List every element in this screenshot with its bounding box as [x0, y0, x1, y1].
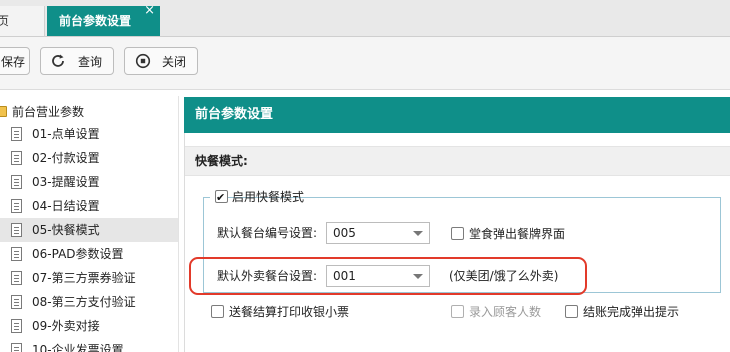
document-icon [11, 175, 22, 189]
tree-item-label: 03-提醒设置 [32, 175, 100, 189]
tab-bar: 页 前台参数设置 × [0, 0, 730, 37]
panel-header: 前台参数设置 [184, 97, 730, 133]
document-icon [11, 127, 22, 141]
tree-item-label: 08-第三方支付验证 [32, 295, 136, 309]
tree-item-pad-settings[interactable]: 06-PAD参数设置 [0, 242, 178, 266]
tree-root-label: 前台营业参数 [12, 105, 85, 119]
document-icon [11, 343, 22, 352]
tree-item-label: 09-外卖对接 [32, 319, 100, 333]
tree-item-fast-food-mode[interactable]: 05-快餐模式 [0, 218, 178, 242]
enable-fast-food-checkbox-group[interactable]: 启用快餐模式 [210, 187, 304, 208]
default-table-number-select[interactable]: 005 [326, 222, 430, 244]
tree-item-label: 04-日结设置 [32, 199, 100, 213]
dine-in-popup-checkbox[interactable] [451, 227, 464, 240]
section-title: 快餐模式: [195, 154, 248, 168]
tree-item-voucher-verification[interactable]: 07-第三方票券验证 [0, 266, 178, 290]
checkout-popup-label: 结账完成弹出提示 [583, 305, 680, 319]
tree-item-takeaway-integration[interactable]: 09-外卖对接 [0, 314, 178, 338]
document-icon [11, 151, 22, 165]
default-table-number-label: 默认餐台编号设置: [217, 226, 318, 240]
default-table-number-value: 005 [333, 226, 356, 240]
tree-item-payment-settings[interactable]: 02-付款设置 [0, 146, 178, 170]
tree-item-reminder-settings[interactable]: 03-提醒设置 [0, 170, 178, 194]
enter-guest-count-checkbox[interactable] [451, 305, 464, 318]
checkout-popup-checkbox[interactable] [565, 305, 578, 318]
tab-home-label: 页 [0, 14, 10, 28]
print-receipt-checkbox[interactable] [211, 305, 224, 318]
folder-icon [0, 106, 7, 117]
query-button[interactable]: 查询 [40, 47, 114, 75]
query-button-label: 查询 [78, 55, 103, 69]
toolbar: 保存 查询 关闭 [0, 37, 730, 90]
tree-item-label: 02-付款设置 [32, 151, 100, 165]
document-icon [11, 271, 22, 285]
tree-item-payment-verification[interactable]: 08-第三方支付验证 [0, 290, 178, 314]
refresh-icon [52, 54, 64, 67]
enable-fast-food-label: 启用快餐模式 [232, 190, 305, 204]
tree-item-order-settings[interactable]: 01-点单设置 [0, 122, 178, 146]
tab-frontdesk-settings[interactable]: 前台参数设置 × [47, 3, 160, 36]
red-highlight-box [189, 257, 587, 295]
document-icon [11, 319, 22, 333]
enter-guest-count-label: 录入顾客人数 [469, 305, 542, 319]
tree-item-label: 05-快餐模式 [32, 223, 100, 237]
print-receipt-label: 送餐结算打印收银小票 [229, 305, 350, 319]
settings-tree: 前台营业参数 01-点单设置 02-付款设置 03-提醒设置 04-日结设置 0… [0, 96, 179, 352]
tree-item-label: 06-PAD参数设置 [32, 247, 124, 261]
tree-item-label: 01-点单设置 [32, 127, 100, 141]
section-header: 快餐模式: [185, 146, 730, 176]
tree-item-daily-close-settings[interactable]: 04-日结设置 [0, 194, 178, 218]
close-tab-icon[interactable]: × [144, 0, 155, 26]
enable-fast-food-checkbox[interactable] [215, 188, 228, 208]
dine-in-popup-label: 堂食弹出餐牌界面 [469, 227, 566, 241]
save-button-label: 保存 [1, 55, 26, 69]
document-icon [11, 247, 22, 261]
save-button[interactable]: 保存 [0, 47, 30, 75]
stop-circle-icon [135, 53, 151, 69]
close-button-label: 关闭 [162, 55, 187, 69]
document-icon [11, 295, 22, 309]
tab-frontdesk-settings-label: 前台参数设置 [59, 14, 132, 28]
tree-item-invoice-settings[interactable]: 10-企业发票设置 [0, 338, 178, 352]
tab-home[interactable]: 页 [0, 6, 45, 36]
tree-item-label: 10-企业发票设置 [32, 343, 124, 352]
panel-title: 前台参数设置 [195, 107, 274, 122]
chevron-down-icon [413, 231, 423, 236]
document-icon [11, 223, 22, 237]
close-button[interactable]: 关闭 [124, 47, 198, 75]
tree-item-label: 07-第三方票券验证 [32, 271, 136, 285]
document-icon [11, 199, 22, 213]
panel-body: 快餐模式: 启用快餐模式 默认餐台编号设置: 005 堂食弹出餐牌界面 默认外卖… [184, 133, 730, 352]
